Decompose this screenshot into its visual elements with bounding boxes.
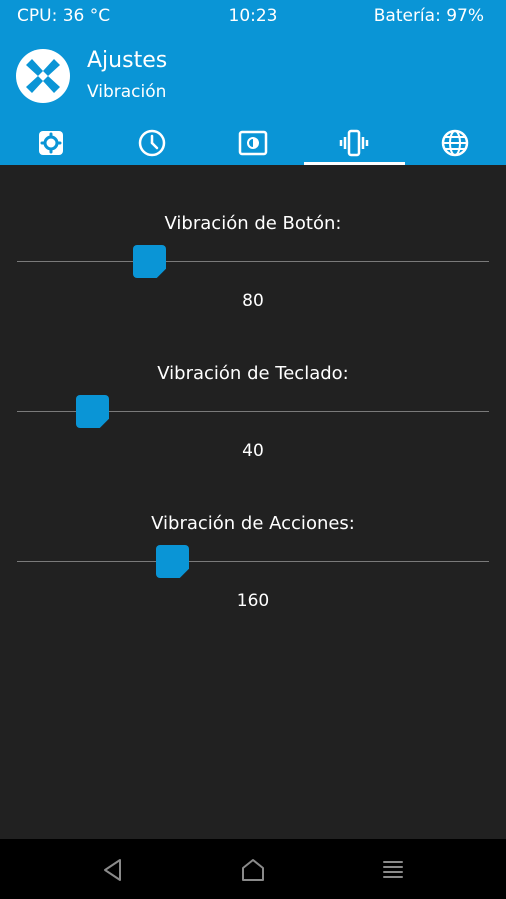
tab-general[interactable] — [0, 121, 101, 165]
tab-time[interactable] — [101, 121, 202, 165]
globe-icon — [442, 129, 469, 157]
settings-tabs — [0, 121, 506, 165]
keyboard-vibration-slider-thumb[interactable] — [76, 395, 109, 428]
page-subtitle: Vibración — [87, 82, 167, 102]
vibration-icon — [339, 129, 369, 157]
button-vibration-track[interactable] — [17, 261, 489, 262]
status-bar: CPU: 36 °C 10:23 Batería: 97% — [0, 0, 506, 34]
page-title: Ajustes — [87, 48, 168, 73]
tab-screen[interactable] — [202, 121, 303, 165]
button-vibration-setting: Vibración de Botón: 80 — [0, 213, 506, 323]
twrp-logo-icon — [16, 49, 70, 103]
tab-language[interactable] — [405, 121, 506, 165]
header-bar: CPU: 36 °C 10:23 Batería: 97% Ajustes Vi… — [0, 0, 506, 165]
screen: CPU: 36 °C 10:23 Batería: 97% Ajustes Vi… — [0, 0, 506, 899]
home-icon[interactable] — [238, 855, 268, 885]
action-vibration-value: 160 — [236, 591, 270, 611]
clock-icon — [138, 129, 166, 157]
keyboard-vibration-value: 40 — [242, 441, 264, 461]
button-vibration-value: 80 — [242, 291, 264, 311]
battery-level: Batería: 97% — [373, 6, 484, 26]
screen-brightness-icon — [238, 130, 268, 156]
action-vibration-setting: Vibración de Acciones: 160 — [0, 513, 506, 623]
tab-vibration[interactable] — [303, 121, 406, 165]
action-vibration-track[interactable] — [17, 561, 489, 562]
gear-icon — [38, 131, 63, 155]
action-vibration-slider-thumb[interactable] — [156, 545, 189, 578]
navigation-bar — [0, 839, 506, 899]
keyboard-vibration-setting: Vibración de Teclado: 40 — [0, 363, 506, 473]
button-vibration-slider-thumb[interactable] — [133, 245, 166, 278]
button-vibration-label: Vibración de Botón: — [164, 213, 342, 234]
menu-icon[interactable] — [378, 855, 408, 885]
action-vibration-label: Vibración de Acciones: — [151, 513, 355, 534]
keyboard-vibration-label: Vibración de Teclado: — [157, 363, 349, 384]
back-icon[interactable] — [98, 855, 128, 885]
